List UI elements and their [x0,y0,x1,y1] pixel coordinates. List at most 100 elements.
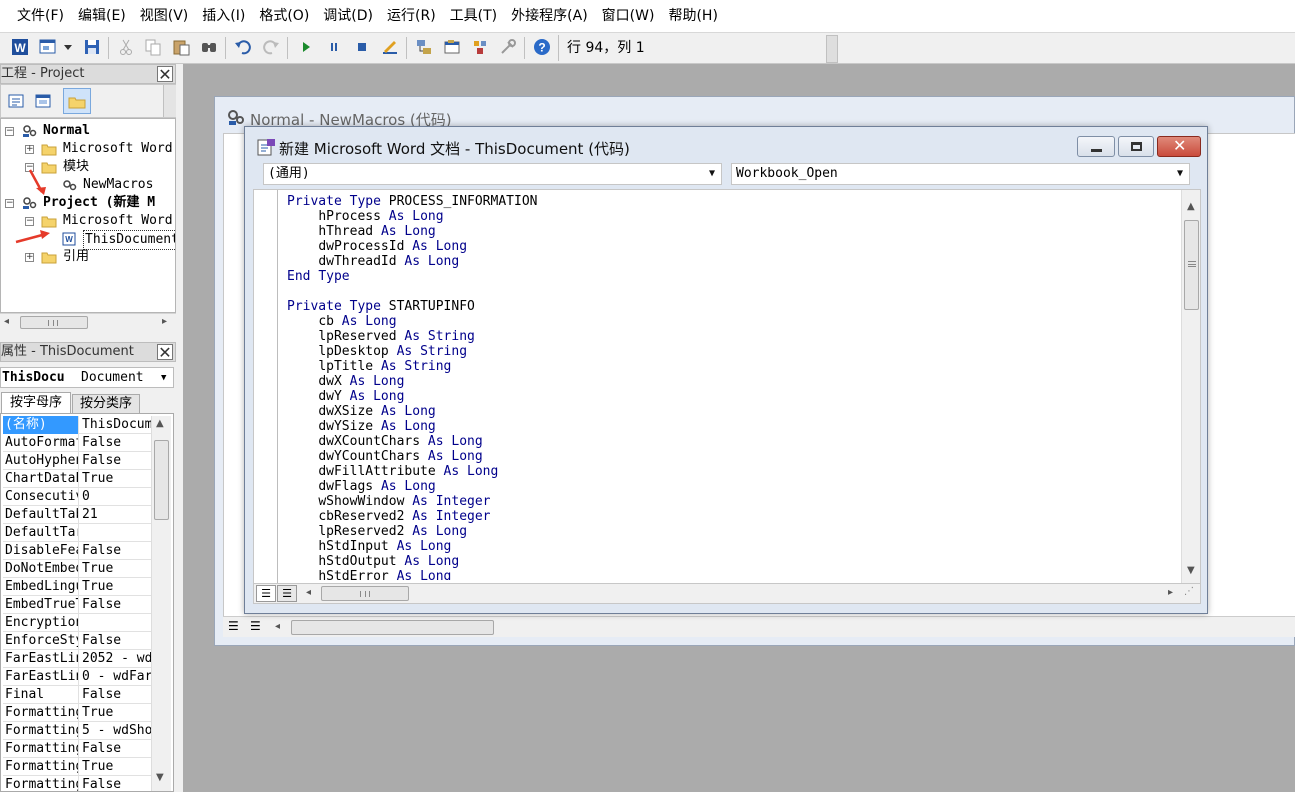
property-row[interactable]: ChartDataPointTrackTrue [3,470,151,488]
property-row[interactable]: FormattingShowFilter5 - wdShowFilterForm… [3,722,151,740]
code-line[interactable]: Private Type PROCESS_INFORMATION [287,194,537,209]
property-value[interactable]: 21 [80,506,151,524]
procedure-dropdown[interactable]: Workbook_Open ▼ [731,163,1190,185]
project-hscrollbar[interactable]: ◂ ▸ [0,313,176,330]
scroll-up-icon[interactable]: ▲ [156,418,164,429]
code-line[interactable]: hProcess As Long [287,209,443,224]
property-value[interactable]: 0 [80,488,151,506]
procedure-view-icon[interactable]: ☰ [228,619,239,633]
tab-categorized[interactable]: 按分类序 [72,394,140,414]
toolbox-icon[interactable] [498,37,518,57]
property-value[interactable] [80,524,151,542]
find-icon[interactable] [199,37,219,57]
code-text[interactable]: Private Type PROCESS_INFORMATION hProces… [287,194,1177,580]
close-icon[interactable]: ✕ [157,66,173,83]
property-value[interactable]: False [80,776,151,791]
run-icon[interactable] [296,37,316,57]
object-browser-icon[interactable] [470,37,490,57]
collapse-icon[interactable]: − [5,127,14,136]
object-dropdown[interactable]: (通用) ▼ [263,163,722,185]
scroll-left-icon[interactable]: ◂ [4,316,9,327]
code-line[interactable]: dwFlags As Long [287,479,435,494]
toolbar-options-icon[interactable] [826,35,838,63]
margin-indicator-bar[interactable] [254,190,278,583]
code-line[interactable]: dwX As Long [287,374,404,389]
menu-item-8[interactable]: 外接程序(A) [504,0,595,33]
code-hscrollbar[interactable]: ☰ ☰ ◂ ▸ ⋰ [253,584,1201,604]
menu-item-1[interactable]: 编辑(E) [71,0,133,33]
property-value[interactable]: False [80,542,151,560]
property-value[interactable]: 5 - wdShowFilterFormattingInUse [80,722,151,740]
menu-item-10[interactable]: 帮助(H) [661,0,724,33]
property-row[interactable]: DefaultTargetFrame [3,524,151,542]
property-row[interactable]: EncryptionProvider [3,614,151,632]
property-value[interactable]: True [80,758,151,776]
code-line[interactable]: lpTitle As String [287,359,451,374]
design-mode-icon[interactable] [380,37,400,57]
scroll-thumb[interactable] [1184,220,1199,310]
property-value[interactable]: ThisDocument [80,416,151,434]
copy-icon[interactable] [143,37,163,57]
property-row[interactable]: DoNotEmbedSystemFontsTrue [3,560,151,578]
code-line[interactable]: hStdOutput As Long [287,554,459,569]
property-row[interactable]: AutoHyphenationFalse [3,452,151,470]
property-row[interactable]: FormattingShowNextLevelTrue [3,758,151,776]
scroll-down-icon[interactable]: ▼ [156,772,164,783]
scroll-thumb[interactable] [321,586,409,601]
scroll-down-icon[interactable]: ▼ [1187,565,1195,576]
properties-vscrollbar[interactable]: ▲ ▼ [151,416,171,791]
procedure-view-icon[interactable]: ☰ [256,585,276,602]
property-value[interactable]: False [80,740,151,758]
code-line[interactable]: dwFillAttribute As Long [287,464,498,479]
tree-node[interactable]: − Normal [1,122,175,140]
property-value[interactable]: True [80,578,151,596]
scroll-thumb[interactable] [20,316,88,329]
property-value[interactable]: False [80,632,151,650]
word-icon[interactable]: W [10,37,30,57]
full-module-view-icon[interactable]: ☰ [277,585,297,602]
code-line[interactable]: dwProcessId As Long [287,239,467,254]
close-icon[interactable]: ✕ [1157,136,1201,157]
pane-toolbar-grip[interactable] [163,85,176,117]
maximize-icon[interactable] [1118,136,1154,157]
code-line[interactable]: wShowWindow As Integer [287,494,490,509]
object-selector[interactable]: ThisDocu Document ▼ [0,367,174,388]
insert-userform-icon[interactable] [38,37,58,57]
property-row[interactable]: EmbedLinguisticDataTrue [3,578,151,596]
code-line[interactable]: cbReserved2 As Integer [287,509,490,524]
property-row[interactable]: ConsecutiveHyphensLimit0 [3,488,151,506]
property-row[interactable]: EmbedTrueTypeFontsFalse [3,596,151,614]
property-row[interactable]: FormattingShowNumberingFalse [3,776,151,791]
menu-item-2[interactable]: 视图(V) [133,0,196,33]
code-line[interactable]: Private Type STARTUPINFO [287,299,475,314]
property-value[interactable]: 2052 - wdLineBreakSimplifiedChinese [80,650,151,668]
property-value[interactable]: False [80,434,151,452]
toggle-folders-button[interactable] [63,88,91,114]
property-value[interactable]: False [80,452,151,470]
code-line[interactable]: lpReserved As String [287,329,475,344]
redo-icon[interactable] [261,37,281,57]
code-line[interactable]: dwYCountChars As Long [287,449,482,464]
help-icon[interactable]: ? [532,37,552,57]
code-editor[interactable]: Private Type PROCESS_INFORMATION hProces… [253,189,1201,584]
scroll-right-icon[interactable]: ▸ [1168,587,1173,598]
property-row[interactable]: DefaultTabStop21 [3,506,151,524]
view-code-icon[interactable] [7,92,25,110]
scroll-thumb[interactable] [291,620,494,635]
property-row[interactable]: EnforceStyleFalse [3,632,151,650]
code-line[interactable]: End Type [287,269,350,284]
property-row[interactable]: FarEastLineBreakLanguage2052 - wdLineBre… [3,650,151,668]
full-module-view-icon[interactable]: ☰ [250,619,261,633]
expand-icon[interactable]: + [25,253,34,262]
break-icon[interactable] [324,37,344,57]
view-object-icon[interactable] [34,92,52,110]
code-line[interactable]: dwThreadId As Long [287,254,459,269]
code-line[interactable]: hStdInput As Long [287,539,451,554]
code-line[interactable]: dwYSize As Long [287,419,435,434]
code-line[interactable]: lpReserved2 As Long [287,524,467,539]
code-line[interactable]: cb As Long [287,314,396,329]
code-line[interactable]: hStdError As Long [287,569,451,580]
scroll-up-icon[interactable]: ▲ [1187,201,1195,212]
property-value[interactable]: False [80,686,151,704]
properties-icon[interactable] [442,37,462,57]
